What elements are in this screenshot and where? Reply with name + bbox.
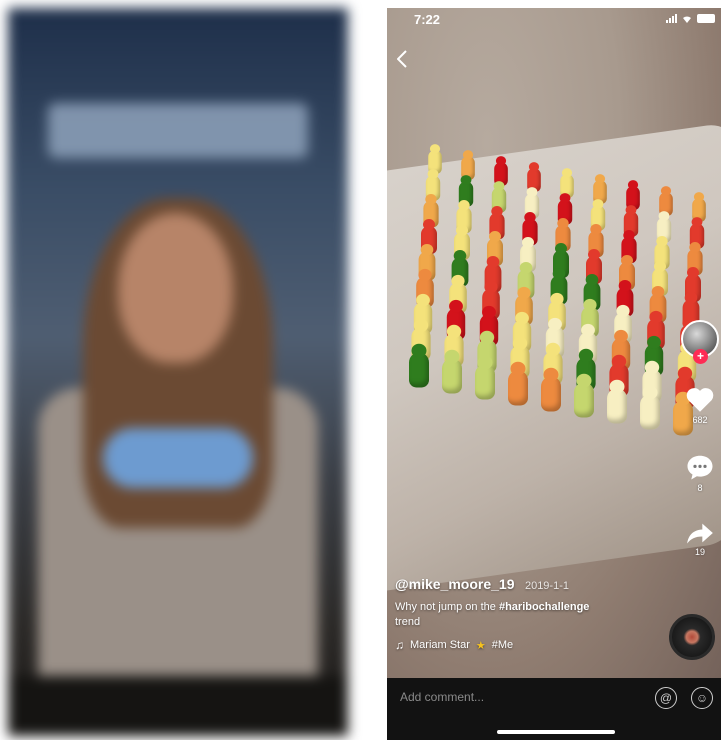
status-icons <box>666 14 715 23</box>
video-caption: @mike_moore_19 2019-1-1 Why not jump on … <box>395 576 665 652</box>
comment-input[interactable]: Add comment... <box>400 690 484 704</box>
comment-button[interactable]: 8 <box>685 453 715 493</box>
gummy-bear <box>475 355 495 400</box>
gummy-bear <box>541 367 561 412</box>
like-button[interactable]: 682 <box>685 386 715 425</box>
music-disc-icon[interactable] <box>669 614 715 660</box>
gummy-bear <box>409 343 429 388</box>
like-count: 682 <box>692 415 708 425</box>
hashtag-link[interactable]: #haribochallenge <box>499 601 589 613</box>
status-time: 7:22 <box>414 12 441 27</box>
share-icon <box>687 523 713 544</box>
heart-icon <box>686 388 714 412</box>
music-info[interactable]: ♫ Mariam Star ★ #Me <box>395 638 665 652</box>
follow-button[interactable]: + <box>693 349 708 364</box>
caption-text: Why not jump on the <box>395 601 496 613</box>
blurred-video-preview <box>8 8 348 736</box>
comment-icon <box>687 455 713 480</box>
caption-suffix: trend <box>395 616 421 628</box>
music-artist: Mariam Star <box>410 639 470 651</box>
comment-count: 8 <box>697 483 703 493</box>
share-count: 19 <box>694 547 705 557</box>
blurred-face <box>118 213 233 363</box>
post-date: 2019-1-1 <box>524 580 569 592</box>
share-button[interactable]: 19 <box>686 521 714 557</box>
emoji-icon[interactable]: ☺ <box>691 687 713 709</box>
star-icon: ★ <box>475 639 486 652</box>
action-rail: + 682 8 19 <box>679 320 721 557</box>
music-note-icon: ♫ <box>395 638 404 652</box>
home-indicator <box>497 730 615 734</box>
author-username[interactable]: @mike_moore_19 <box>395 576 515 592</box>
wifi-icon <box>683 15 691 23</box>
gummy-bear <box>442 349 462 394</box>
blurred-banner <box>48 103 308 158</box>
blurred-shirt <box>103 428 253 488</box>
signal-icon <box>666 14 677 23</box>
video-player-screen: 7:22 + 682 8 19 @mike_moore_19 2019-1-1 <box>387 8 721 740</box>
blurred-bottom-bar <box>8 676 348 736</box>
author-line: @mike_moore_19 2019-1-1 <box>395 576 665 594</box>
music-title: #Me <box>491 639 514 651</box>
battery-icon <box>697 14 715 23</box>
at-icon[interactable]: @ <box>655 687 677 709</box>
gummy-bear <box>508 361 528 406</box>
chevron-left-icon <box>396 50 407 68</box>
gummy-bear <box>574 373 594 418</box>
gummy-bear <box>640 385 660 430</box>
back-button[interactable] <box>396 48 407 74</box>
post-description: Why not jump on the #haribochallenge tre… <box>395 600 665 630</box>
comment-bar: Add comment... @ ☺ <box>387 678 721 740</box>
avatar[interactable]: + <box>681 320 719 364</box>
gummy-bear <box>607 379 627 424</box>
